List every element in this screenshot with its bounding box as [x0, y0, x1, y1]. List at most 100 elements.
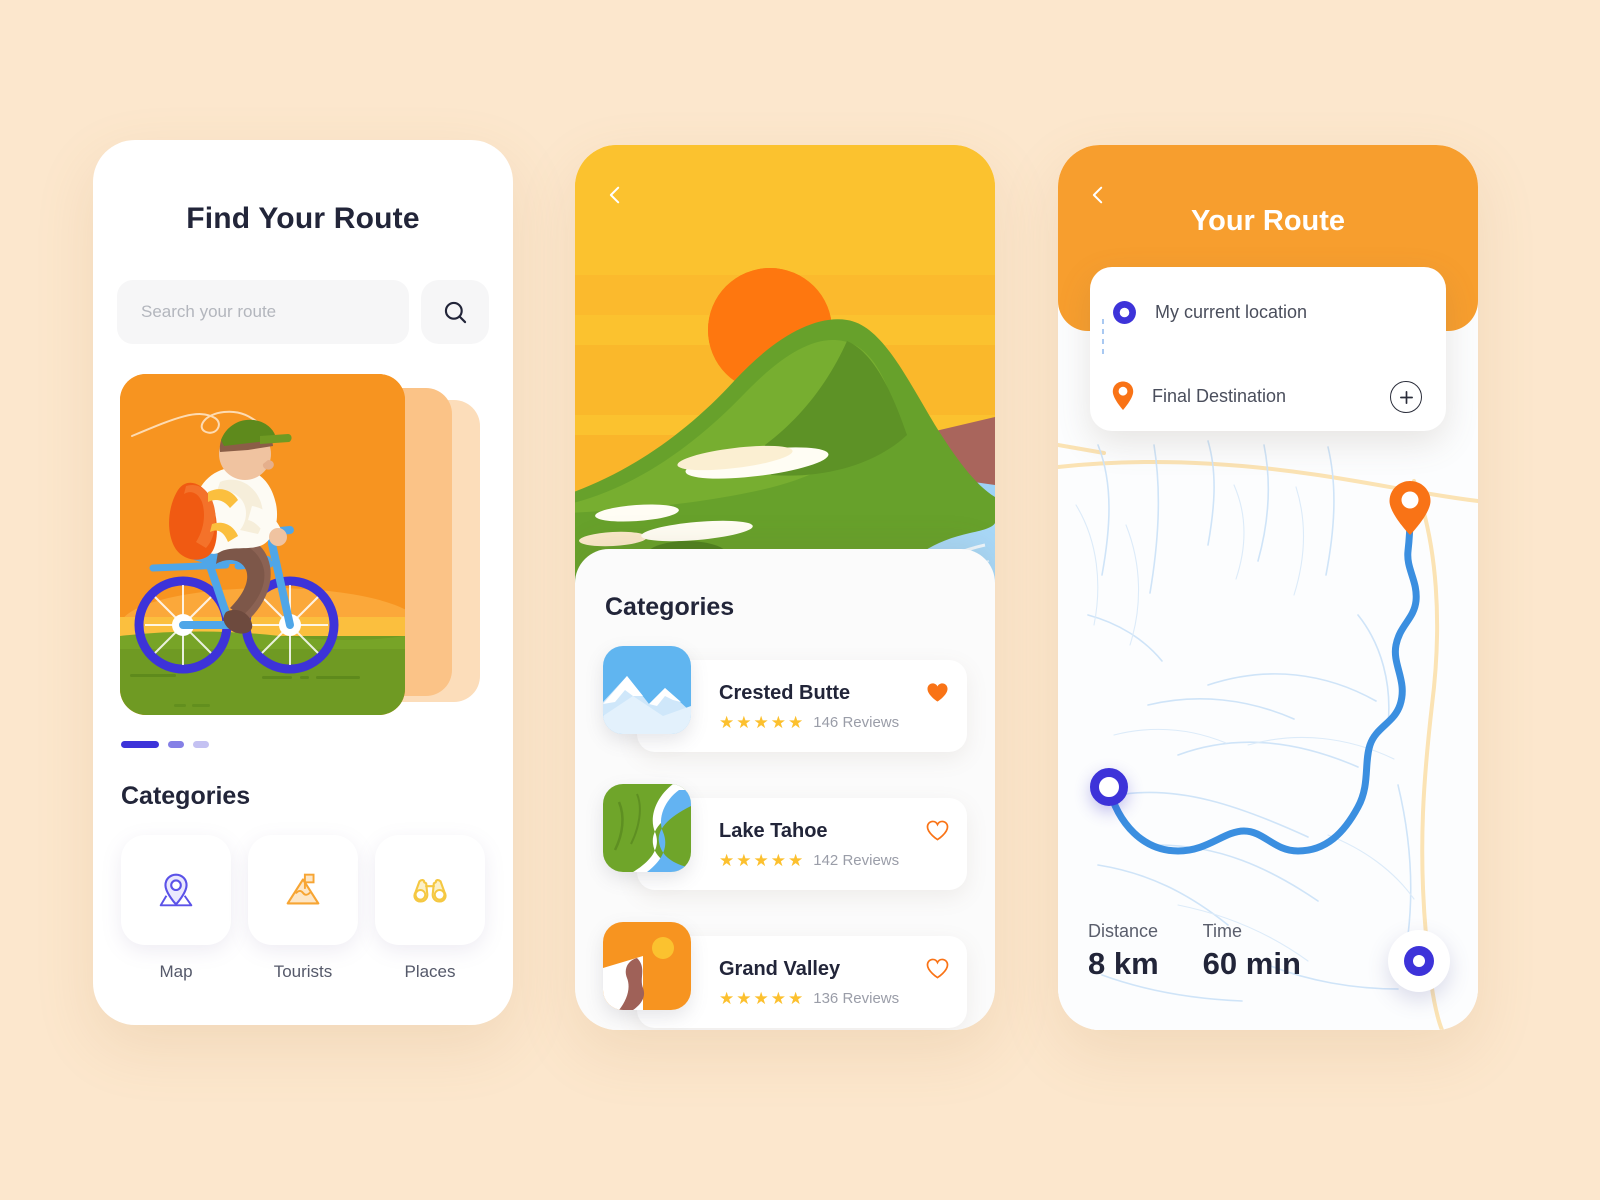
search-input[interactable]: [141, 302, 385, 322]
stat-distance-value: 8 km: [1088, 946, 1159, 981]
stat-time-value: 60 min: [1202, 946, 1301, 981]
carousel-dot-2[interactable]: [168, 741, 184, 748]
categories-grid: Map Tourists Places: [121, 835, 513, 982]
star-icon: ★: [736, 988, 752, 1008]
chevron-left-icon: [1092, 186, 1103, 204]
category-tourists-label: Tourists: [273, 962, 333, 981]
star-icon: ★: [788, 712, 804, 732]
carousel-card-active[interactable]: [120, 374, 405, 715]
category-places-label: Places: [404, 962, 456, 981]
star-icon: ★: [719, 988, 735, 1008]
star-icon: ★: [719, 850, 735, 870]
heart-outline-icon: [926, 820, 949, 841]
route-start-marker[interactable]: [1090, 768, 1128, 806]
locate-me-icon-center: [1413, 955, 1425, 967]
search-field-wrapper[interactable]: [117, 280, 409, 344]
star-icon: ★: [770, 712, 786, 732]
route-destination-label: Final Destination: [1152, 385, 1287, 406]
back-button[interactable]: [1078, 175, 1118, 215]
locate-me-button[interactable]: [1388, 930, 1450, 992]
chevron-left-icon: [609, 186, 620, 204]
place-meta: ★ ★ ★ ★ ★ 136 Reviews: [719, 990, 951, 1007]
sheet-heading: Categories: [605, 593, 735, 621]
place-meta: ★ ★ ★ ★ ★ 146 Reviews: [719, 714, 951, 731]
map-pin-icon: [1112, 381, 1134, 410]
list-item[interactable]: Lake Tahoe ★ ★ ★ ★ ★ 142 Reviews: [575, 784, 995, 904]
route-destination-row[interactable]: Final Destination: [1112, 377, 1424, 415]
favorite-button[interactable]: [926, 958, 949, 984]
stat-time-label: Time: [1202, 921, 1243, 941]
hero-landscape: [575, 145, 995, 615]
category-places[interactable]: Places: [375, 835, 485, 982]
map-pin-icon: [1389, 481, 1431, 535]
review-count: 146 Reviews: [813, 713, 900, 731]
star-icon: ★: [753, 712, 769, 732]
binoculars-icon: [413, 879, 447, 903]
star-icon: ★: [770, 988, 786, 1008]
star-icon: ★: [753, 850, 769, 870]
category-tourists-tile[interactable]: [248, 835, 358, 945]
mountain-flag-icon: [286, 873, 320, 905]
orange-canyon-thumb: [603, 922, 691, 1010]
carousel-pagination[interactable]: [121, 741, 513, 748]
category-places-tile[interactable]: [375, 835, 485, 945]
list-item[interactable]: Crested Butte ★ ★ ★ ★ ★ 146 Reviews: [575, 646, 995, 766]
star-icon: ★: [753, 988, 769, 1008]
carousel-dot-3[interactable]: [193, 741, 209, 748]
favorite-button[interactable]: [926, 682, 949, 708]
categories-sheet: Categories Crested Butte ★ ★ ★ ★ ★ 146 R…: [575, 549, 995, 1030]
search-row: [117, 280, 489, 344]
sunset-landscape-illustration: [575, 145, 995, 615]
place-meta: ★ ★ ★ ★ ★ 142 Reviews: [719, 852, 951, 869]
stat-distance: Distance 8 km: [1088, 921, 1159, 982]
map-pin-icon: [159, 873, 193, 907]
stat-distance-label: Distance: [1088, 921, 1159, 941]
category-tourists[interactable]: Tourists: [248, 835, 358, 982]
route-connector-dashes: [1102, 319, 1104, 359]
place-thumbnail: [603, 784, 691, 872]
heart-outline-icon: [926, 958, 949, 979]
add-stop-button[interactable]: [1390, 381, 1422, 413]
route-stats: Distance 8 km Time 60 min: [1088, 921, 1301, 982]
route-origin-row[interactable]: My current location: [1112, 293, 1424, 331]
phone-screen-find-route: Find Your Route Search your route Catego…: [93, 140, 513, 1025]
search-button[interactable]: [421, 280, 489, 344]
category-map[interactable]: Map: [121, 835, 231, 982]
list-item[interactable]: Grand Valley ★ ★ ★ ★ ★ 136 Reviews: [575, 922, 995, 1030]
app-showcase-canvas: Find Your Route Search your route Catego…: [0, 0, 1600, 1200]
page-title: Your Route: [1190, 205, 1346, 237]
route-origin-label: My current location: [1155, 301, 1308, 322]
place-name: Grand Valley: [719, 957, 841, 980]
place-name: Lake Tahoe: [719, 819, 828, 842]
place-thumbnail: [603, 922, 691, 1010]
star-icon: ★: [736, 712, 752, 732]
back-button[interactable]: [595, 175, 635, 215]
current-location-dot-icon: [1113, 300, 1136, 324]
rating-stars: ★ ★ ★ ★ ★: [719, 990, 803, 1007]
star-icon: ★: [788, 988, 804, 1008]
phone-screen-your-route: Your Route My current location Final Des…: [1058, 145, 1478, 1030]
phone-screen-category-list: Categories Crested Butte ★ ★ ★ ★ ★ 146 R…: [575, 145, 995, 1030]
star-icon: ★: [770, 850, 786, 870]
rating-stars: ★ ★ ★ ★ ★: [719, 852, 803, 869]
green-river-thumb: [603, 784, 691, 872]
review-count: 142 Reviews: [813, 851, 900, 869]
route-endpoints-card: My current location Final Destination: [1090, 267, 1446, 431]
plus-circle-icon: [1399, 390, 1413, 404]
review-count: 136 Reviews: [813, 989, 900, 1007]
place-thumbnail: [603, 646, 691, 734]
rating-stars: ★ ★ ★ ★ ★: [719, 714, 803, 731]
favorite-button[interactable]: [926, 820, 949, 846]
places-list: Crested Butte ★ ★ ★ ★ ★ 146 Reviews Lake…: [575, 646, 995, 1030]
heart-filled-icon: [927, 683, 948, 702]
star-icon: ★: [788, 850, 804, 870]
hero-carousel[interactable]: [120, 374, 486, 719]
category-map-label: Map: [159, 962, 193, 981]
cyclist-illustration: [120, 374, 405, 715]
categories-heading: Categories: [121, 782, 251, 810]
page-title: Find Your Route: [186, 202, 420, 235]
carousel-dot-active[interactable]: [121, 741, 159, 748]
star-icon: ★: [719, 712, 735, 732]
route-destination-pin[interactable]: [1388, 480, 1432, 541]
category-map-tile[interactable]: [121, 835, 231, 945]
